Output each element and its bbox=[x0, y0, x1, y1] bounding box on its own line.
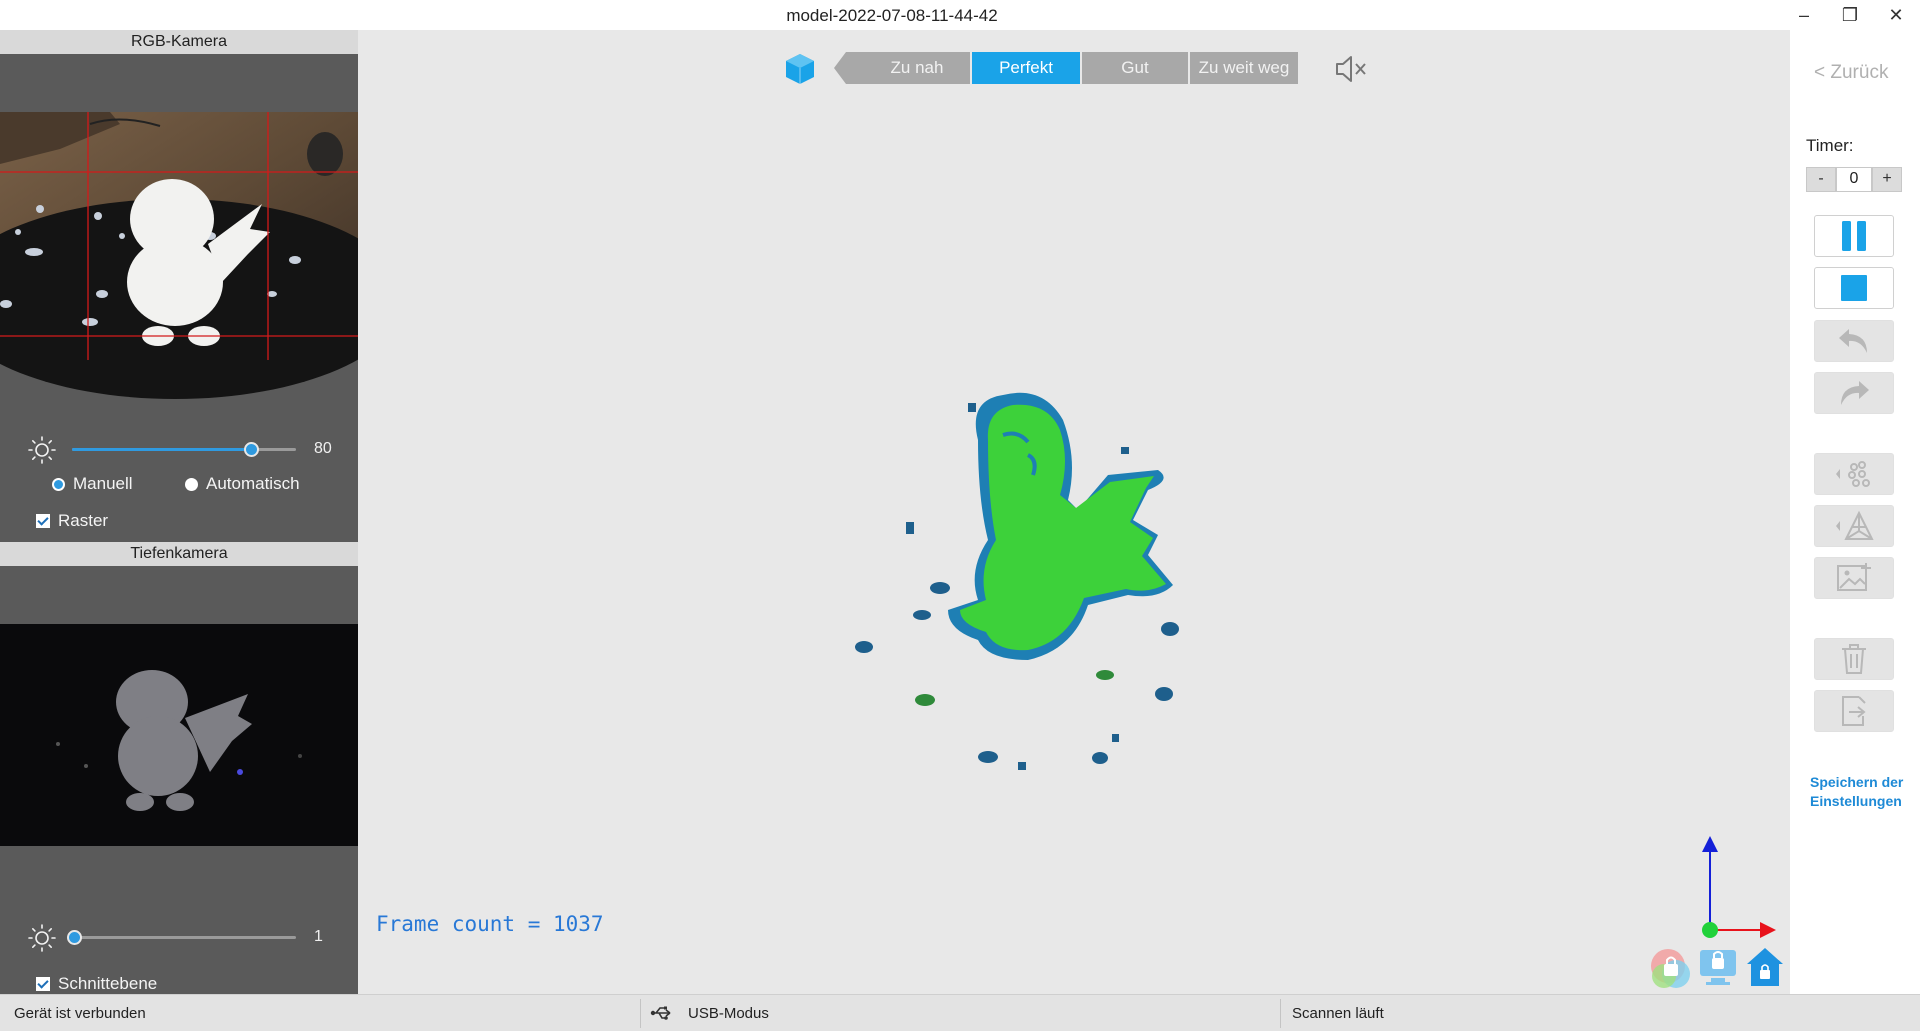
axis-gizmo bbox=[1702, 836, 1776, 938]
mode-auto-label: Automatisch bbox=[206, 474, 300, 493]
timer-increment-button[interactable]: + bbox=[1872, 167, 1902, 192]
scan-state: Scannen läuft bbox=[1292, 1005, 1384, 1022]
distance-too-close: Zu nah bbox=[864, 52, 970, 84]
redo-button[interactable] bbox=[1814, 372, 1894, 414]
rgb-camera-controls: 80 Manuell Automatisch Raster bbox=[0, 420, 358, 542]
status-bar: Gerät ist verbunden USB-Modus Scannen lä… bbox=[0, 994, 1920, 1031]
undo-icon bbox=[1839, 329, 1867, 353]
rgb-brightness-handle[interactable] bbox=[244, 442, 260, 457]
rgb-camera-preview bbox=[0, 54, 358, 420]
z-axis-dot bbox=[1702, 922, 1718, 938]
depth-brightness-value: 1 bbox=[314, 928, 323, 945]
depth-camera-preview bbox=[0, 566, 358, 900]
undo-button[interactable] bbox=[1814, 320, 1894, 362]
pause-icon bbox=[1842, 221, 1866, 251]
grid-label: Raster bbox=[58, 511, 109, 530]
checkbox-checked-icon bbox=[36, 977, 50, 991]
maximize-button[interactable]: ❐ bbox=[1828, 2, 1872, 28]
mode-manual-radio[interactable]: Manuell bbox=[52, 474, 133, 494]
rgb-brightness-row: 80 bbox=[0, 434, 358, 464]
delete-button[interactable] bbox=[1814, 638, 1894, 680]
depth-camera-image bbox=[0, 624, 358, 846]
back-link[interactable]: < Zurück bbox=[1814, 62, 1888, 84]
scan-mesh bbox=[855, 392, 1179, 770]
depth-camera-header: Tiefenkamera bbox=[0, 542, 358, 566]
pause-button[interactable] bbox=[1814, 215, 1894, 257]
rgb-camera-header: RGB-Kamera bbox=[0, 30, 358, 54]
timer-label: Timer: bbox=[1806, 136, 1854, 155]
timer-stepper: - 0 + bbox=[1806, 167, 1902, 192]
trash-icon bbox=[1842, 644, 1866, 674]
mesh-icon bbox=[1836, 510, 1874, 540]
device-status: Gerät ist verbunden bbox=[14, 1005, 146, 1022]
depth-brightness-handle[interactable] bbox=[67, 930, 83, 945]
section-plane-checkbox[interactable]: Schnittebene bbox=[36, 974, 157, 994]
distance-perfect: Perfekt bbox=[972, 52, 1080, 84]
mode-manual-label: Manuell bbox=[73, 474, 133, 493]
add-image-icon bbox=[1837, 563, 1871, 591]
distance-arrow-icon bbox=[834, 52, 864, 84]
window-title: model-2022-07-08-11-44-42 bbox=[786, 6, 998, 25]
y-axis-arrow bbox=[1702, 836, 1718, 852]
home-lock-icon[interactable] bbox=[1744, 944, 1786, 990]
export-icon bbox=[1842, 696, 1866, 726]
distance-too-far: Zu weit weg bbox=[1190, 52, 1298, 84]
speaker-muted-icon[interactable] bbox=[1334, 54, 1368, 84]
mode-auto-radio[interactable]: Automatisch bbox=[185, 474, 300, 494]
status-divider bbox=[1280, 999, 1281, 1028]
timer-value-field[interactable]: 0 bbox=[1836, 167, 1872, 192]
camera-panel: RGB-Kamera 80 Manuell Automatisch Raster… bbox=[0, 30, 358, 994]
usb-icon bbox=[650, 1006, 671, 1020]
grid-checkbox[interactable]: Raster bbox=[36, 511, 108, 531]
timer-decrement-button[interactable]: - bbox=[1806, 167, 1836, 192]
close-button[interactable]: ✕ bbox=[1874, 2, 1918, 28]
depth-brightness-row: 1 bbox=[0, 922, 358, 952]
redo-icon bbox=[1841, 381, 1869, 405]
brightness-icon bbox=[28, 924, 56, 952]
texture-button[interactable] bbox=[1814, 557, 1894, 599]
radio-selected-icon bbox=[52, 477, 65, 491]
minimize-button[interactable]: – bbox=[1782, 2, 1826, 28]
save-settings-link[interactable]: Speichern der Einstellungen bbox=[1810, 773, 1914, 811]
stop-button[interactable] bbox=[1814, 267, 1894, 309]
rgb-camera-image bbox=[0, 112, 358, 399]
3d-viewport[interactable]: Zu nah Perfekt Gut Zu weit weg Frame cou… bbox=[358, 30, 1790, 994]
distance-good: Gut bbox=[1082, 52, 1188, 84]
connection-mode: USB-Modus bbox=[688, 1005, 769, 1022]
stop-icon bbox=[1841, 275, 1867, 301]
x-axis-arrow bbox=[1760, 922, 1776, 938]
frame-count-label: Frame count = 1037 bbox=[376, 912, 604, 936]
checkbox-checked-icon bbox=[36, 514, 50, 528]
rgb-brightness-value: 80 bbox=[314, 440, 332, 457]
export-button[interactable] bbox=[1814, 690, 1894, 732]
rgb-brightness-fill bbox=[72, 448, 252, 451]
cube-view-icon[interactable] bbox=[784, 52, 816, 86]
status-divider bbox=[640, 999, 641, 1028]
section-plane-label: Schnittebene bbox=[58, 974, 158, 993]
depth-brightness-slider[interactable] bbox=[67, 930, 296, 945]
rgb-brightness-slider[interactable] bbox=[72, 442, 296, 457]
lock-icon[interactable] bbox=[1646, 942, 1696, 990]
title-bar: model-2022-07-08-11-44-42 – ❐ ✕ bbox=[0, 0, 1920, 30]
lock-screen-icon[interactable] bbox=[1696, 942, 1740, 990]
radio-unselected-icon bbox=[185, 477, 198, 491]
control-panel: < Zurück Timer: - 0 + Speichern der Eins… bbox=[1790, 30, 1920, 994]
brightness-icon bbox=[28, 436, 56, 464]
mesh-button[interactable] bbox=[1814, 505, 1894, 547]
depth-camera-controls: 1 Schnittebene bbox=[0, 900, 358, 994]
point-cloud-icon bbox=[1836, 461, 1870, 487]
distance-indicator: Zu nah Perfekt Gut Zu weit weg bbox=[864, 52, 1300, 84]
point-cloud-button[interactable] bbox=[1814, 453, 1894, 495]
